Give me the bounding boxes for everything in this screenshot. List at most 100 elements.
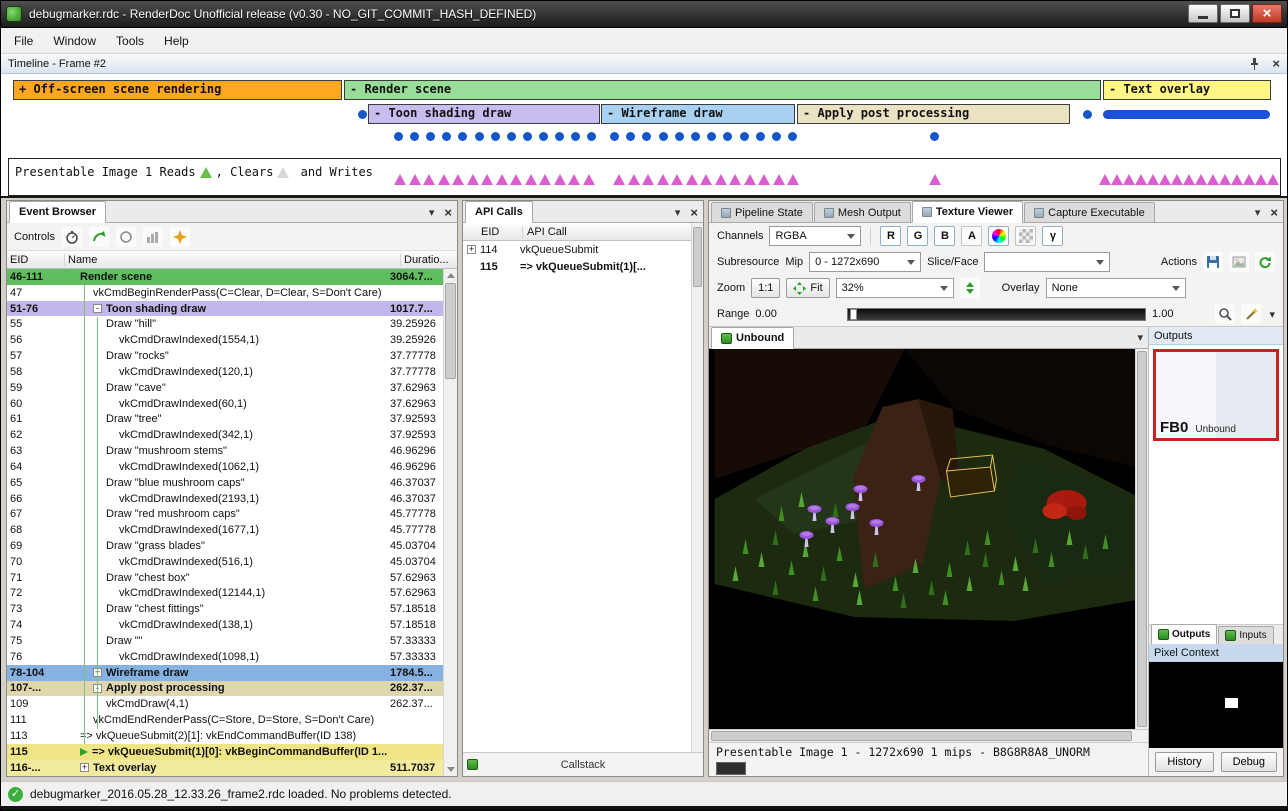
- timeline-panel-header[interactable]: Timeline - Frame #2: [0, 54, 1288, 74]
- slice-face-combo[interactable]: [984, 252, 1110, 272]
- bookmark-star-icon[interactable]: [170, 227, 190, 247]
- overflow-chevron-icon[interactable]: [1269, 308, 1275, 321]
- menu-item-file[interactable]: File: [4, 29, 43, 53]
- write-marker-triangle[interactable]: [642, 174, 654, 185]
- minimize-button[interactable]: [1188, 4, 1218, 23]
- column-api-call[interactable]: API Call: [523, 226, 703, 238]
- write-marker-triangle[interactable]: [1207, 174, 1219, 185]
- event-dot[interactable]: [571, 132, 580, 141]
- event-row[interactable]: 111vkCmdEndRenderPass(C=Store, D=Store, …: [7, 712, 443, 728]
- timeline-blue-line[interactable]: [1103, 110, 1270, 119]
- write-marker-triangle[interactable]: [510, 174, 522, 185]
- event-row[interactable]: 70vkCmdDrawIndexed(516,1)45.03704: [7, 554, 443, 570]
- history-button[interactable]: History: [1155, 752, 1213, 772]
- write-marker-triangle[interactable]: [1147, 174, 1159, 185]
- expander-icon[interactable]: +: [80, 763, 89, 772]
- column-name[interactable]: Name: [65, 254, 401, 266]
- event-row[interactable]: 56vkCmdDrawIndexed(1554,1)39.25926: [7, 332, 443, 348]
- magnifier-icon[interactable]: [1215, 304, 1235, 324]
- scroll-up-icon[interactable]: [447, 273, 455, 278]
- fit-button[interactable]: Fit: [786, 278, 829, 298]
- texture-hscrollbar[interactable]: [709, 729, 1148, 742]
- event-dot[interactable]: [659, 132, 668, 141]
- zoom-1-1-button[interactable]: 1:1: [751, 278, 780, 298]
- event-row[interactable]: 57Draw "rocks"37.77778: [7, 348, 443, 364]
- close-panel-icon[interactable]: [1272, 56, 1280, 71]
- expander-icon[interactable]: +: [467, 245, 476, 254]
- event-dot[interactable]: [394, 132, 403, 141]
- event-dot[interactable]: [491, 132, 500, 141]
- write-marker-triangle[interactable]: [700, 174, 712, 185]
- event-browser-scrollbar[interactable]: [443, 269, 457, 776]
- event-dot[interactable]: [410, 132, 419, 141]
- api-call-row[interactable]: 115=> vkQueueSubmit(1)[...: [463, 258, 691, 275]
- scrollbar-thumb[interactable]: [711, 731, 1132, 741]
- write-marker-triangle[interactable]: [758, 174, 770, 185]
- write-marker-triangle[interactable]: [1231, 174, 1243, 185]
- write-marker-triangle[interactable]: [613, 174, 625, 185]
- range-slider-thumb[interactable]: [850, 309, 857, 320]
- channels-combo[interactable]: RGBA: [769, 226, 861, 246]
- menu-item-window[interactable]: Window: [43, 29, 106, 53]
- event-row[interactable]: 47vkCmdBeginRenderPass(C=Clear, D=Clear,…: [7, 285, 443, 301]
- channel-blue-button[interactable]: B: [934, 226, 955, 246]
- write-marker-triangle[interactable]: [568, 174, 580, 185]
- api-call-row[interactable]: +114vkQueueSubmit: [463, 241, 691, 258]
- tab-capture-executable[interactable]: Capture Executable: [1024, 202, 1155, 222]
- save-icon[interactable]: [1203, 252, 1223, 272]
- write-marker-triangle[interactable]: [1171, 174, 1183, 185]
- auto-fit-wand-icon[interactable]: [1241, 304, 1261, 324]
- write-marker-triangle[interactable]: [773, 174, 785, 185]
- event-row[interactable]: 59Draw "cave"37.62963: [7, 380, 443, 396]
- scroll-down-icon[interactable]: [447, 767, 455, 772]
- overlay-combo[interactable]: None: [1046, 278, 1186, 298]
- write-marker-triangle[interactable]: [554, 174, 566, 185]
- event-dot[interactable]: [675, 132, 684, 141]
- write-marker-triangle[interactable]: [467, 174, 479, 185]
- event-row[interactable]: 73Draw "chest fittings"57.18518: [7, 601, 443, 617]
- event-dot[interactable]: [788, 132, 797, 141]
- write-marker-triangle[interactable]: [1111, 174, 1123, 185]
- pin-icon[interactable]: [1249, 57, 1260, 70]
- chevron-down-icon[interactable]: [1137, 331, 1143, 344]
- write-marker-triangle[interactable]: [929, 174, 941, 185]
- write-marker-triangle[interactable]: [583, 174, 595, 185]
- column-eid[interactable]: EID: [7, 254, 65, 266]
- event-row[interactable]: 74vkCmdDrawIndexed(138,1)57.18518: [7, 617, 443, 633]
- pixel-context-view[interactable]: [1149, 662, 1283, 748]
- color-wheel-button[interactable]: [988, 226, 1009, 246]
- write-marker-triangle[interactable]: [394, 174, 406, 185]
- write-marker-triangle[interactable]: [686, 174, 698, 185]
- close-panel-icon[interactable]: [690, 205, 698, 220]
- event-row[interactable]: 67Draw "red mushroom caps"45.77778: [7, 506, 443, 522]
- texture-image[interactable]: [709, 349, 1148, 729]
- channel-green-button[interactable]: G: [907, 226, 928, 246]
- range-slider[interactable]: [847, 308, 1146, 321]
- tab-api-calls[interactable]: API Calls: [465, 201, 533, 223]
- chevron-down-icon[interactable]: [429, 206, 435, 219]
- write-marker-triangle[interactable]: [1267, 174, 1279, 185]
- write-marker-triangle[interactable]: [1243, 174, 1255, 185]
- event-row[interactable]: 76vkCmdDrawIndexed(1098,1)57.33333: [7, 649, 443, 665]
- event-row[interactable]: 107-...-Apply post processing262.37...: [7, 681, 443, 697]
- event-row[interactable]: 46-111Render scene3064.7...: [7, 269, 443, 285]
- event-row[interactable]: 115=> vkQueueSubmit(1)[0]: vkBeginComman…: [7, 744, 443, 760]
- stats-icon[interactable]: [143, 227, 163, 247]
- channel-alpha-button[interactable]: A: [961, 226, 982, 246]
- maximize-button[interactable]: [1220, 4, 1250, 23]
- event-row[interactable]: 78-104+Wireframe draw1784.5...: [7, 665, 443, 681]
- write-marker-triangle[interactable]: [1195, 174, 1207, 185]
- event-dot[interactable]: [740, 132, 749, 141]
- refresh-icon[interactable]: [1255, 252, 1275, 272]
- write-marker-triangle[interactable]: [657, 174, 669, 185]
- event-dot[interactable]: [930, 132, 939, 141]
- event-row[interactable]: 55Draw "hill"39.25926: [7, 316, 443, 332]
- event-dot[interactable]: [507, 132, 516, 141]
- close-panel-icon[interactable]: [444, 205, 452, 220]
- event-row[interactable]: 66vkCmdDrawIndexed(2193,1)46.37037: [7, 491, 443, 507]
- title-bar[interactable]: debugmarker.rdc - RenderDoc Unofficial r…: [0, 0, 1288, 28]
- write-marker-triangle[interactable]: [1135, 174, 1147, 185]
- event-row[interactable]: 68vkCmdDrawIndexed(1677,1)45.77778: [7, 522, 443, 538]
- timer-icon[interactable]: [62, 227, 82, 247]
- event-dot[interactable]: [707, 132, 716, 141]
